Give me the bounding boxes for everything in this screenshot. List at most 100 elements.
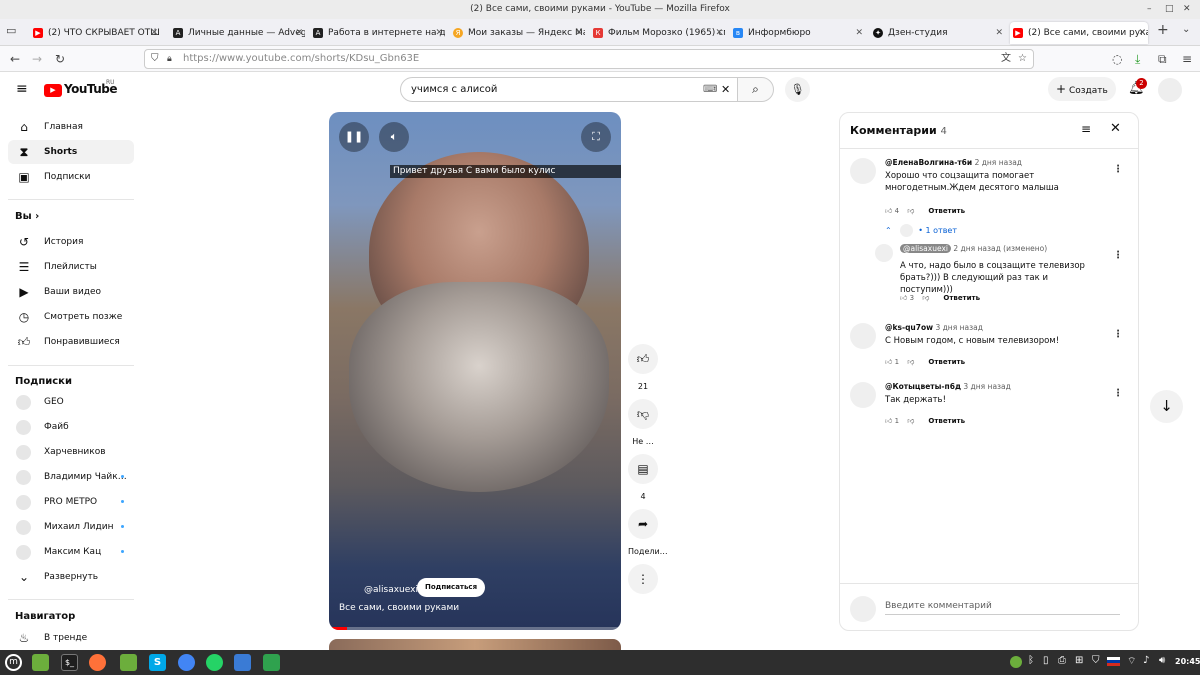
writer-icon[interactable] [234, 654, 251, 671]
chromium-icon[interactable] [178, 654, 195, 671]
sort-icon[interactable]: ≡ [1081, 122, 1091, 136]
extensions-icon[interactable]: ⧉ [1158, 50, 1167, 68]
sidebar-item-subscriptions[interactable]: ▣ Подписки [8, 165, 134, 189]
sidebar-item-liked[interactable]: 👍︎ Понравившиеся [8, 330, 134, 354]
url-bar[interactable]: ⛉ 🔒︎ https://www.youtube.com/shorts/KDsu… [144, 49, 1034, 69]
downloads-icon[interactable]: ⤓ [1135, 50, 1140, 68]
search-button[interactable]: ⌕ [737, 77, 774, 102]
dislike-button[interactable]: 👎︎ Не … [628, 399, 658, 446]
more-actions-button[interactable]: ⋮ [628, 564, 658, 594]
comment-author[interactable]: @ЕленаВолгина-т6и 2 дня назад [885, 158, 1022, 167]
folder-icon[interactable] [120, 654, 137, 671]
mute-button[interactable]: 🔈︎ [379, 122, 409, 152]
thumbs-up-icon[interactable]: 👍︎ [885, 417, 892, 425]
firefox-icon[interactable] [89, 654, 106, 671]
sidebar-item-playlists[interactable]: ☰ Плейлисты [8, 255, 134, 279]
channel-avatar[interactable] [339, 582, 359, 598]
shorts-video-player[interactable]: ❚❚ 🔈︎ ⛶ Привет друзья С вами было кулис … [329, 112, 621, 630]
more-vertical-icon[interactable]: ⋮ [1113, 250, 1123, 261]
sidebar-item-trending[interactable]: ♨ В тренде [8, 626, 134, 650]
replies-toggle[interactable]: ⌃ • 1 ответ [885, 224, 957, 237]
tab-close-icon[interactable]: ✕ [715, 22, 723, 44]
avatar[interactable] [1158, 78, 1182, 102]
back-icon[interactable]: ← [10, 50, 20, 68]
mint-menu-icon[interactable]: m [5, 654, 22, 671]
fullscreen-button[interactable]: ⛶ [581, 122, 611, 152]
maximize-icon[interactable]: □ [1165, 0, 1174, 19]
bluetooth-icon[interactable]: ᛒ [1028, 655, 1034, 666]
next-short-button[interactable]: ↓ [1150, 390, 1183, 423]
video-progress-bar[interactable] [329, 627, 621, 630]
tab-list-icon[interactable]: ▭ [6, 22, 16, 40]
browser-tab[interactable]: К Фильм Морозко (1965) см ✕ [590, 22, 725, 44]
voice-search-button[interactable]: 🎙︎ [785, 77, 810, 102]
files-icon[interactable] [32, 654, 49, 671]
avatar[interactable] [850, 382, 876, 408]
close-icon[interactable]: ✕ [1110, 121, 1121, 136]
thumbs-down-icon[interactable]: 👎︎ [907, 417, 914, 425]
skype-icon[interactable]: S [149, 654, 166, 671]
thumbs-down-icon[interactable]: 👎︎ [922, 294, 929, 302]
reply-button[interactable]: Ответить [928, 358, 965, 366]
russian-flag-icon[interactable] [1107, 657, 1120, 666]
sidebar-item-shorts[interactable]: ⧗ Shorts [8, 140, 134, 164]
close-window-icon[interactable]: ✕ [1183, 0, 1191, 19]
pause-button[interactable]: ❚❚ [339, 122, 369, 152]
sidebar-expand[interactable]: ⌄ Развернуть [8, 565, 134, 589]
thumbs-down-icon[interactable]: 👎︎ [907, 358, 914, 366]
minimize-icon[interactable]: – [1147, 0, 1152, 19]
avatar[interactable] [850, 323, 876, 349]
comment-input[interactable]: Введите комментарий [885, 597, 1120, 615]
translate-icon[interactable]: 文 [1001, 50, 1011, 68]
sidebar-item-your-videos[interactable]: ▶ Ваши видео [8, 280, 134, 304]
share-button[interactable]: ➦ Подели… [628, 509, 668, 556]
browser-tab-active[interactable]: ▶ (2) Все сами, своими рука ✕ [1010, 22, 1148, 44]
sidebar-subscription[interactable]: GEO [8, 390, 134, 414]
clear-search-icon[interactable]: ✕ [721, 78, 730, 101]
browser-tab[interactable]: в Информбюро ✕ [730, 22, 865, 44]
search-input[interactable]: учимся с алисой ⌨ ✕ [400, 77, 738, 102]
browser-tab[interactable]: A Личные данные — Advego ✕ [170, 22, 305, 44]
thumbs-up-icon[interactable]: 👍︎ [885, 358, 892, 366]
browser-tab[interactable]: ✦ Дзен-студия ✕ [870, 22, 1005, 44]
browser-tab[interactable]: Я Мои заказы — Яндекс Ма ✕ [450, 22, 585, 44]
thumbs-up-icon[interactable]: 👍︎ [885, 207, 892, 215]
update-manager-icon[interactable] [1010, 656, 1022, 668]
avatar[interactable] [875, 244, 893, 262]
more-vertical-icon[interactable]: ⋮ [1113, 329, 1123, 340]
sidebar-subscription[interactable]: PRO МЕТРО [8, 490, 134, 514]
browser-tab[interactable]: ▶ (2) ЧТО СКРЫВАЕТ ОТШЕЛ ✕ [30, 22, 160, 44]
comment-author[interactable]: @alisaxuexi 2 дня назад (изменено) [900, 244, 1047, 253]
forward-icon[interactable]: → [32, 50, 42, 68]
calc-icon[interactable] [263, 654, 280, 671]
clock[interactable]: 20:45 [1175, 657, 1200, 666]
sidebar-subscription[interactable]: Михаил Лидин [8, 515, 134, 539]
tab-close-icon[interactable]: ✕ [295, 22, 303, 44]
wifi-icon[interactable]: ⌔ [1127, 655, 1136, 668]
reply-button[interactable]: Ответить [928, 417, 965, 425]
hamburger-menu-icon[interactable]: ≡ [16, 81, 28, 97]
comment-author[interactable]: @ks-qu7ow 3 дня назад [885, 323, 983, 332]
tab-close-icon[interactable]: ✕ [995, 22, 1003, 44]
avatar[interactable] [850, 158, 876, 184]
printer-icon[interactable]: ⎙ [1058, 655, 1066, 666]
next-short-preview[interactable] [329, 639, 621, 650]
bookmark-star-icon[interactable]: ☆ [1018, 50, 1027, 68]
shield-icon[interactable]: ⛉ [1092, 655, 1100, 666]
menu-icon[interactable]: ≡ [1182, 50, 1192, 68]
reply-button[interactable]: Ответить [928, 207, 965, 215]
subscribe-button[interactable]: Подписаться [417, 578, 486, 597]
sidebar-item-history[interactable]: ↺ История [8, 230, 134, 254]
more-vertical-icon[interactable]: ⋮ [1113, 388, 1123, 399]
tab-close-icon[interactable]: ✕ [1138, 22, 1146, 44]
sidebar-subscription[interactable]: Максим Кац [8, 540, 134, 564]
thumbs-down-icon[interactable]: 👎︎ [907, 207, 914, 215]
clipboard-icon[interactable]: ▯ [1043, 655, 1049, 666]
sidebar-you-header[interactable]: Вы › [8, 205, 134, 229]
pocket-icon[interactable]: ◌ [1112, 50, 1122, 68]
more-vertical-icon[interactable]: ⋮ [1113, 164, 1123, 175]
sidebar-subscription[interactable]: Файб [8, 415, 134, 439]
sidebar-item-home[interactable]: ⌂ Главная [8, 115, 134, 139]
channel-handle[interactable]: @alisaxuexi [364, 582, 418, 598]
tab-close-icon[interactable]: ✕ [575, 22, 583, 44]
